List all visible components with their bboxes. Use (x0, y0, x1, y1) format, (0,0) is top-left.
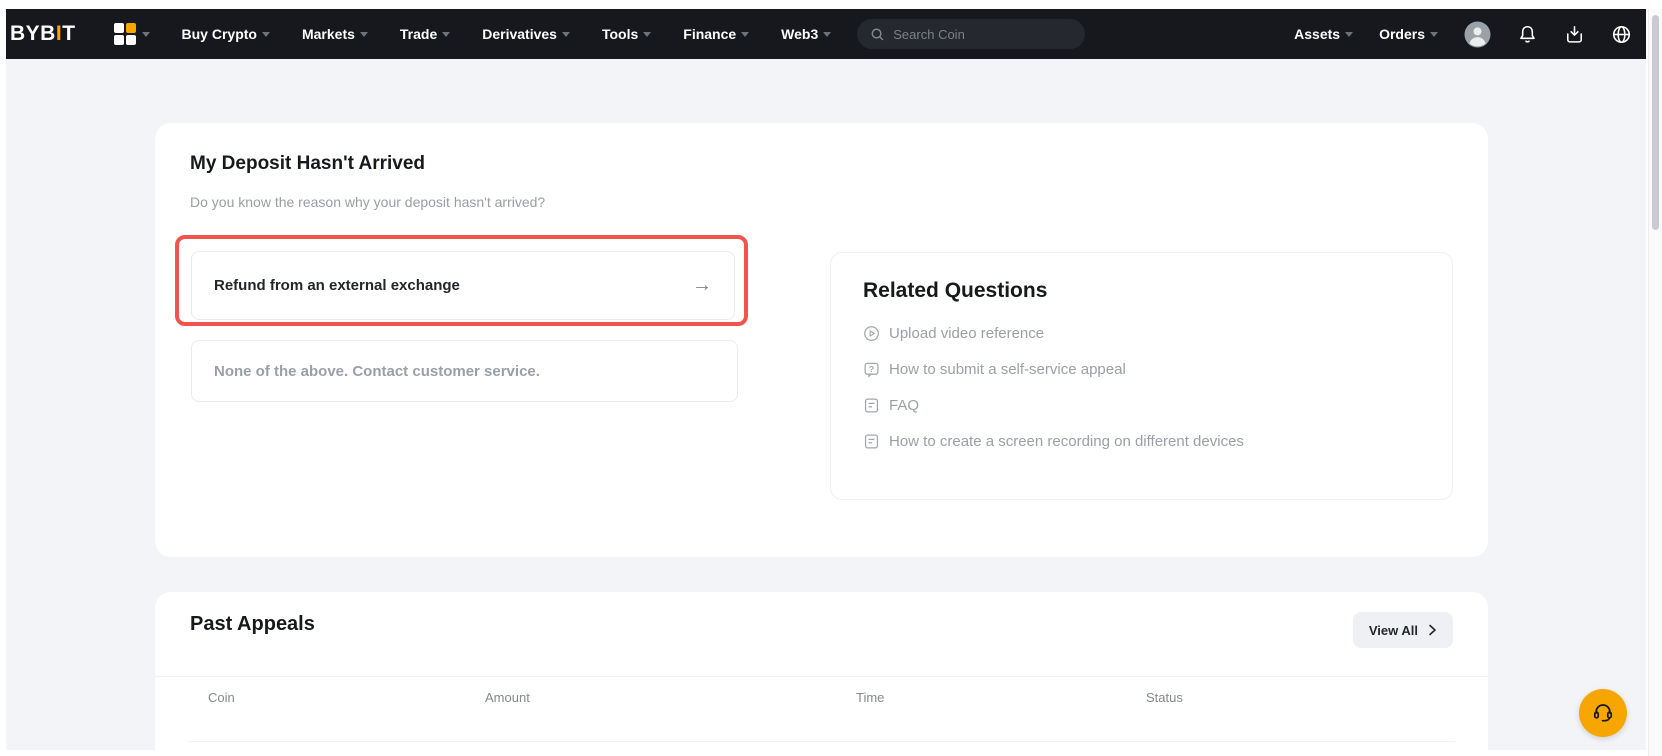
past-appeals-card: Past Appeals View All Coin Amount Time S… (155, 592, 1488, 750)
past-appeals-title: Past Appeals (190, 613, 315, 636)
arrow-right-icon: → (692, 274, 712, 297)
customer-support-chat-button[interactable] (1579, 689, 1627, 737)
column-header-coin: Coin (208, 690, 235, 705)
language-button[interactable] (1611, 24, 1632, 45)
column-header-time: Time (856, 690, 884, 705)
chevron-right-icon (1427, 624, 1437, 636)
account-avatar[interactable] (1464, 21, 1491, 48)
apps-grid-icon (114, 23, 136, 45)
nav-item-orders[interactable]: Orders (1379, 26, 1438, 42)
logo-text-suffix: T (62, 22, 75, 45)
chevron-down-icon (1430, 32, 1438, 37)
play-circle-icon (863, 325, 880, 342)
bell-icon (1517, 24, 1538, 45)
document-icon (863, 433, 880, 450)
question-bubble-icon: ? (863, 361, 880, 378)
page-title: My Deposit Hasn't Arrived (190, 153, 425, 175)
chevron-down-icon (442, 32, 450, 37)
bybit-help-page: BYBIT Buy Crypto Markets Trade Derivativ… (0, 0, 1662, 756)
related-questions-title: Related Questions (863, 279, 1420, 303)
apps-menu-button[interactable] (114, 23, 150, 45)
page-background: My Deposit Hasn't Arrived Do you know th… (6, 59, 1646, 750)
scrollbar-thumb[interactable] (1652, 15, 1659, 230)
vertical-scrollbar[interactable] (1648, 9, 1662, 756)
option-label: None of the above. Contact customer serv… (214, 363, 540, 380)
related-question-faq[interactable]: FAQ (863, 397, 1420, 414)
chevron-down-icon (741, 32, 749, 37)
column-header-amount: Amount (485, 690, 530, 705)
nav-item-derivatives[interactable]: Derivatives (482, 26, 570, 42)
download-app-button[interactable] (1564, 24, 1585, 45)
related-questions-panel: Related Questions Upload video reference… (830, 252, 1453, 500)
bybit-logo[interactable]: BYBIT (10, 22, 76, 46)
chevron-down-icon (823, 32, 831, 37)
coin-search-box[interactable] (857, 19, 1085, 49)
nav-item-assets[interactable]: Assets (1294, 26, 1353, 42)
nav-item-trade[interactable]: Trade (400, 26, 450, 42)
chevron-down-icon (1345, 32, 1353, 37)
globe-icon (1611, 24, 1632, 45)
search-input[interactable] (893, 27, 1053, 42)
nav-item-tools[interactable]: Tools (602, 26, 651, 42)
table-header-divider (188, 741, 1455, 742)
logo-text: BYB (10, 22, 56, 45)
option-contact-customer-service[interactable]: None of the above. Contact customer serv… (191, 340, 738, 402)
download-icon (1564, 24, 1585, 45)
svg-text:?: ? (869, 364, 874, 374)
chevron-down-icon (360, 32, 368, 37)
chevron-down-icon (643, 32, 651, 37)
related-question-self-service-appeal[interactable]: ? How to submit a self-service appeal (863, 361, 1420, 378)
view-all-button[interactable]: View All (1353, 612, 1453, 648)
notifications-button[interactable] (1517, 24, 1538, 45)
avatar-icon (1464, 21, 1491, 48)
top-nav: BYBIT Buy Crypto Markets Trade Derivativ… (6, 9, 1646, 59)
nav-item-web3[interactable]: Web3 (781, 26, 831, 42)
search-icon (870, 27, 885, 42)
nav-item-finance[interactable]: Finance (683, 26, 749, 42)
nav-right-group: Assets Orders (1294, 21, 1632, 48)
chevron-down-icon (262, 32, 270, 37)
nav-item-markets[interactable]: Markets (302, 26, 368, 42)
option-refund-external-exchange[interactable]: Refund from an external exchange → (191, 251, 735, 320)
option-label: Refund from an external exchange (214, 277, 460, 294)
deposit-help-card: My Deposit Hasn't Arrived Do you know th… (155, 123, 1488, 557)
column-header-status: Status (1146, 690, 1183, 705)
chevron-down-icon (142, 32, 150, 37)
page-subtitle: Do you know the reason why your deposit … (190, 194, 545, 210)
chevron-down-icon (562, 32, 570, 37)
related-question-upload-video[interactable]: Upload video reference (863, 325, 1420, 342)
divider (155, 676, 1488, 677)
headset-icon (1591, 701, 1615, 725)
nav-item-buy-crypto[interactable]: Buy Crypto (182, 26, 270, 42)
document-icon (863, 397, 880, 414)
related-question-screen-recording[interactable]: How to create a screen recording on diff… (863, 433, 1420, 450)
